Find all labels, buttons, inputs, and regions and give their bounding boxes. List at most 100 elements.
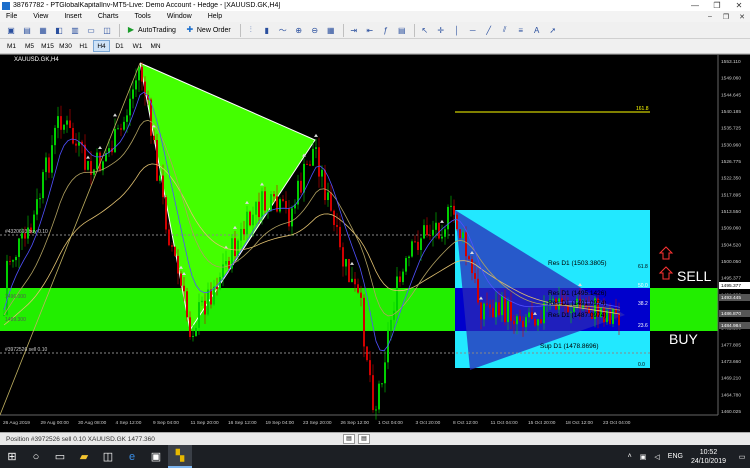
- language-indicator[interactable]: ENG: [668, 453, 683, 460]
- bar-chart-icon[interactable]: ⫶: [244, 24, 258, 37]
- candlestick-icon[interactable]: ▮: [260, 24, 274, 37]
- doc-restore-button[interactable]: ❐: [718, 13, 734, 21]
- chevron-up-icon[interactable]: ˄: [628, 453, 632, 460]
- volume-icon[interactable]: ◁: [654, 453, 659, 461]
- arrows-icon[interactable]: ➚: [546, 24, 560, 37]
- position-status: Position #3972526 sell 0.10 XAUUSD.GK 14…: [6, 435, 155, 443]
- market-watch-icon[interactable]: ▦: [36, 24, 50, 37]
- timeframe-m15[interactable]: M15: [39, 40, 56, 52]
- data-window-icon[interactable]: ▥: [68, 24, 82, 37]
- file-explorer-icon[interactable]: ▰: [72, 445, 96, 468]
- autotrading-button[interactable]: ▶ AutoTrading: [123, 24, 179, 37]
- strategy-tester-icon[interactable]: ◫: [100, 24, 114, 37]
- fibonacci-icon[interactable]: ≡: [514, 24, 528, 37]
- candle-body: [498, 302, 500, 316]
- timeframe-mn[interactable]: MN: [147, 40, 164, 52]
- chart-window[interactable]: 161.8 100.0 61.8 50.0 38.2 23.6 0.0 Res …: [0, 54, 750, 432]
- candle-body: [195, 327, 197, 336]
- task-view-icon[interactable]: ▭: [48, 445, 72, 468]
- new-chart-icon[interactable]: ▣: [4, 24, 18, 37]
- time-tick-label: 1 Oct 04:00: [378, 420, 403, 426]
- timeframe-w1[interactable]: W1: [129, 40, 146, 52]
- menu-help[interactable]: Help: [200, 13, 230, 20]
- candle-body: [468, 256, 470, 260]
- terminal-icon[interactable]: ▭: [84, 24, 98, 37]
- sell-order-label: #3972526 sell 0.10: [5, 347, 47, 353]
- menu-charts[interactable]: Charts: [90, 13, 127, 20]
- candle-body: [450, 205, 452, 207]
- timeframe-m30[interactable]: M30: [57, 40, 74, 52]
- menu-insert[interactable]: Insert: [56, 13, 90, 20]
- candle-body: [234, 238, 236, 257]
- new-order-button[interactable]: ✚ New Order: [182, 24, 234, 37]
- search-icon[interactable]: ○: [24, 445, 48, 468]
- line-chart-icon[interactable]: 〜: [276, 24, 290, 37]
- candle-body: [18, 238, 20, 257]
- zoom-in-icon[interactable]: ⊕: [292, 24, 306, 37]
- edge-icon[interactable]: e: [120, 445, 144, 468]
- candle-body: [537, 319, 539, 326]
- res-d1-label-1: Res D1 (1503.3805): [548, 260, 607, 267]
- time-tick-label: 4 Sep 12:00: [116, 420, 142, 426]
- level-label-b: 1489.300: [5, 317, 26, 323]
- navigator-icon[interactable]: ◧: [52, 24, 66, 37]
- templates-icon[interactable]: ▤: [395, 24, 409, 37]
- photos-icon[interactable]: ▣: [144, 445, 168, 468]
- vertical-line-icon[interactable]: │: [450, 24, 464, 37]
- windows-start-icon[interactable]: ⊞: [0, 445, 24, 468]
- menu-window[interactable]: Window: [159, 13, 200, 20]
- price-chart[interactable]: 161.8 100.0 61.8 50.0 38.2 23.6 0.0 Res …: [0, 55, 750, 433]
- network-icon[interactable]: ▣: [640, 453, 647, 461]
- level-label-a: 1496.000: [5, 294, 26, 300]
- candle-body: [279, 199, 281, 212]
- timeframe-h4[interactable]: H4: [93, 40, 110, 52]
- time-tick-label: 3 Oct 20:00: [416, 420, 441, 426]
- doc-minimize-button[interactable]: –: [702, 13, 718, 21]
- minimize-button[interactable]: —: [684, 0, 706, 11]
- candle-body: [312, 148, 314, 166]
- title-bar: 38767782 - PTGlobalKapitalInv-MT5-Live: …: [0, 0, 750, 11]
- candle-body: [525, 317, 527, 327]
- candle-body: [333, 210, 335, 226]
- indicators-icon[interactable]: ƒ: [379, 24, 393, 37]
- text-icon[interactable]: A: [530, 24, 544, 37]
- profiles-icon[interactable]: ▤: [20, 24, 34, 37]
- candle-body: [378, 383, 380, 410]
- candle-body: [264, 191, 266, 211]
- timeframe-d1[interactable]: D1: [111, 40, 128, 52]
- maximize-button[interactable]: ❐: [706, 0, 728, 11]
- notification-icon[interactable]: ▭: [734, 453, 750, 461]
- channel-icon[interactable]: ⫽: [498, 24, 512, 37]
- cursor-icon[interactable]: ↖: [418, 24, 432, 37]
- chart-tab[interactable]: ▤: [343, 434, 355, 444]
- system-tray: ˄ ▣ ◁ ENG 10:52 24/10/2019 ▭: [624, 445, 750, 468]
- price-tick-label: 1540.185: [721, 109, 741, 115]
- new-order-label: New Order: [196, 26, 231, 34]
- crosshair-icon[interactable]: ✛: [434, 24, 448, 37]
- trendline-icon[interactable]: ╱: [482, 24, 496, 37]
- timeframe-m5[interactable]: M5: [21, 40, 38, 52]
- clock[interactable]: 10:52 24/10/2019: [691, 448, 726, 466]
- metatrader-icon[interactable]: ▚: [168, 445, 192, 468]
- close-button[interactable]: ✕: [728, 0, 750, 11]
- menu-file[interactable]: File: [0, 13, 25, 20]
- candle-body: [474, 273, 476, 279]
- chart-shift-icon[interactable]: ⇤: [363, 24, 377, 37]
- candle-body: [393, 310, 395, 320]
- tile-windows-icon[interactable]: ▦: [324, 24, 338, 37]
- store-icon[interactable]: ◫: [96, 445, 120, 468]
- horizontal-line-icon[interactable]: ─: [466, 24, 480, 37]
- candle-body: [153, 135, 155, 141]
- autoscroll-icon[interactable]: ⇥: [347, 24, 361, 37]
- menu-view[interactable]: View: [25, 13, 56, 20]
- menu-tools[interactable]: Tools: [126, 13, 158, 20]
- doc-close-button[interactable]: ✕: [734, 13, 750, 21]
- chart-tab[interactable]: ▤: [358, 434, 370, 444]
- price-tick-label: 1473.660: [721, 359, 741, 365]
- timeframe-h1[interactable]: H1: [75, 40, 92, 52]
- price-tick-label: 1477.805: [721, 342, 741, 348]
- zoom-out-icon[interactable]: ⊖: [308, 24, 322, 37]
- candle-body: [6, 260, 8, 315]
- candle-body: [96, 152, 98, 170]
- timeframe-m1[interactable]: M1: [3, 40, 20, 52]
